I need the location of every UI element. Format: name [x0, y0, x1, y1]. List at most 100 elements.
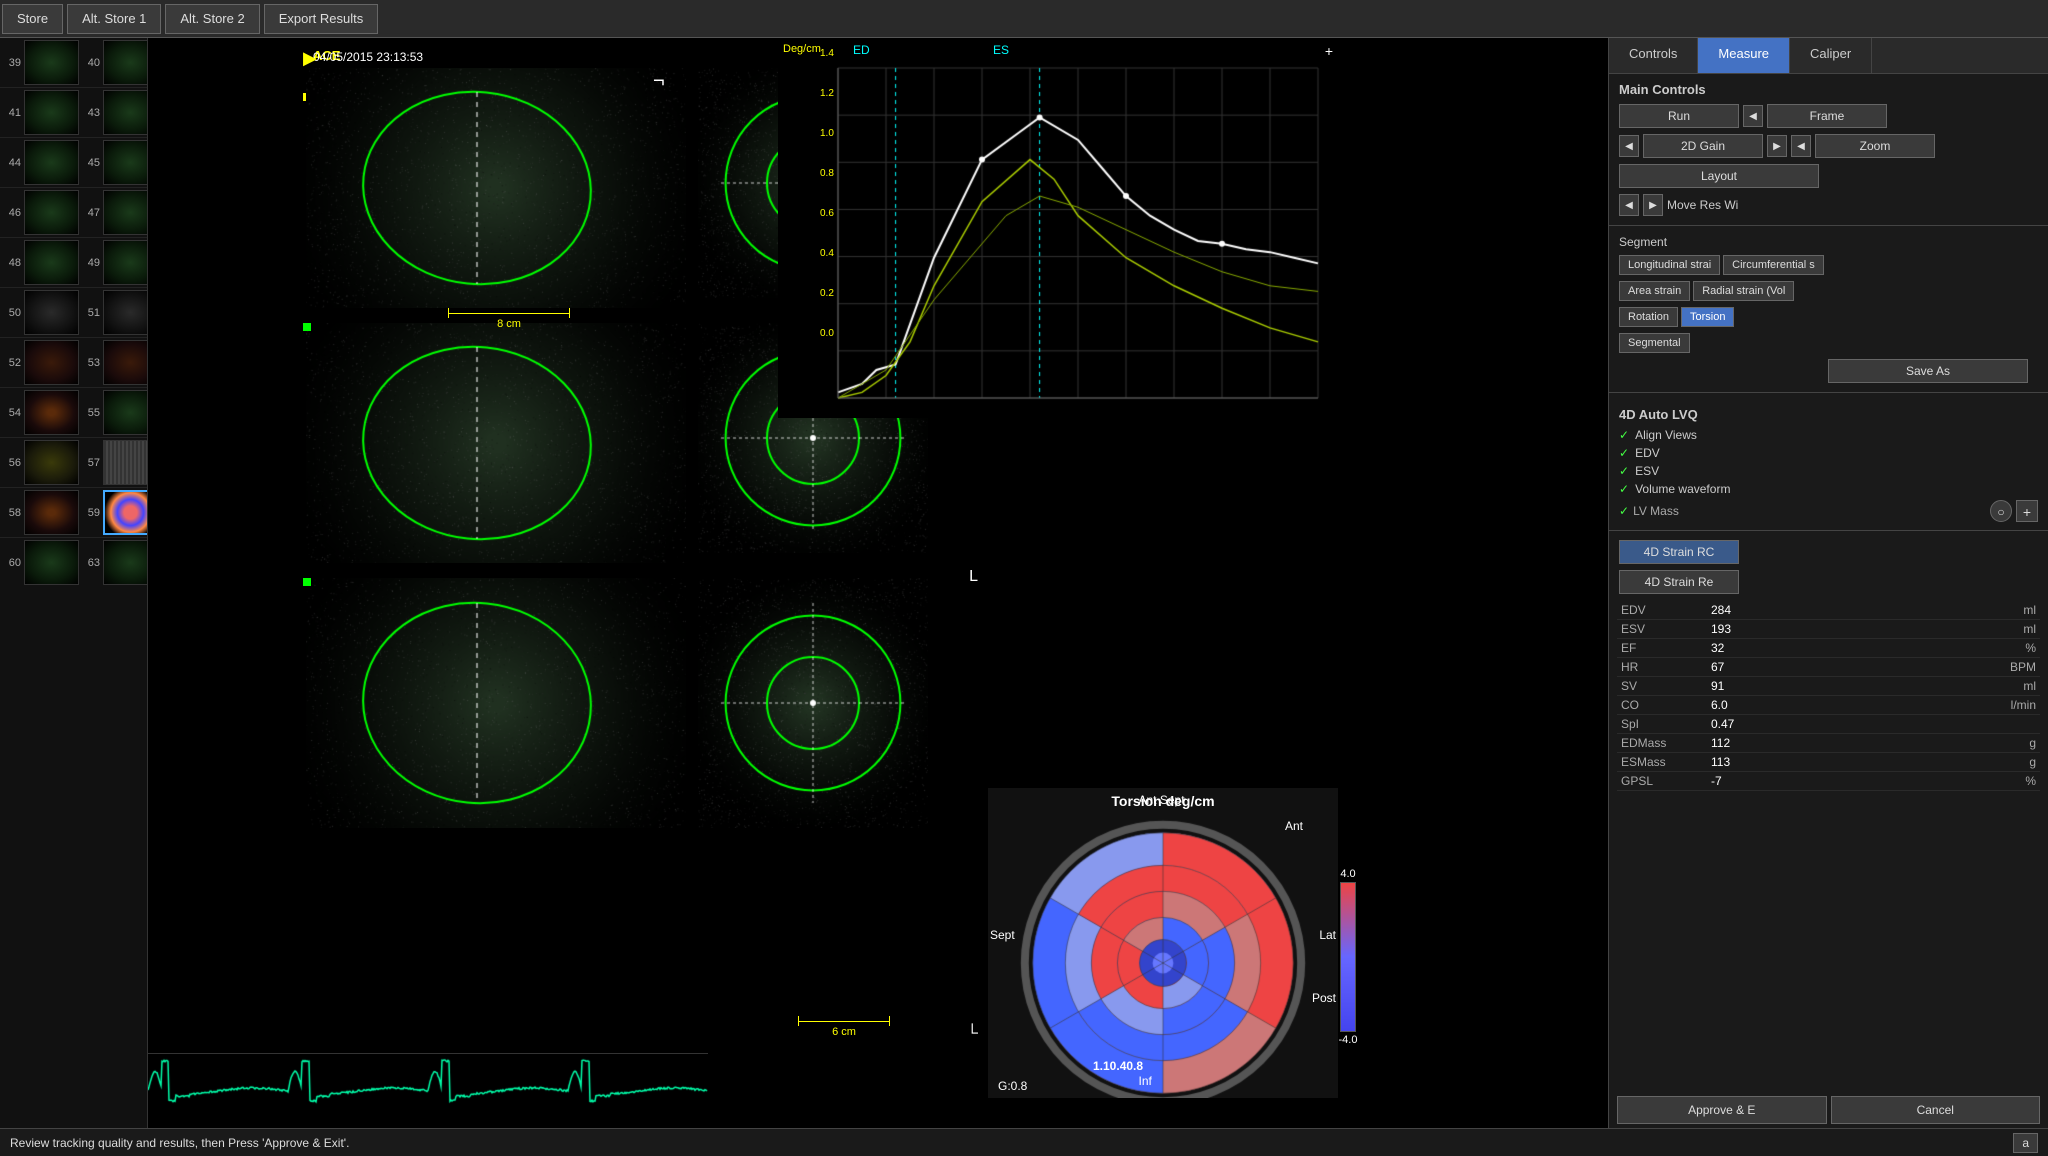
action-buttons: Approve & E Cancel — [1609, 1092, 2048, 1128]
longitudinal-strain-button[interactable]: Longitudinal strai — [1619, 255, 1720, 275]
alt-store-2-button[interactable]: Alt. Store 2 — [165, 4, 259, 34]
table-row-esv: ESV 193 ml — [1617, 620, 2040, 639]
thumbnail-40[interactable] — [103, 40, 148, 85]
thumbnail-39[interactable] — [24, 40, 79, 85]
approve-exit-button[interactable]: Approve & E — [1617, 1096, 1827, 1124]
top-bar: Store Alt. Store 1 Alt. Store 2 Export R… — [0, 0, 2048, 38]
table-row-edmass: EDMass 112 g — [1617, 734, 2040, 753]
gain-inc-button[interactable]: ▶ — [1767, 135, 1787, 157]
thumbnail-41[interactable] — [24, 90, 79, 135]
polar-label-ant: Ant — [1285, 819, 1303, 833]
divider-3 — [1609, 530, 2048, 531]
align-views-row: ✓ Align Views — [1609, 426, 2048, 444]
thumbnail-56[interactable] — [24, 440, 79, 485]
graph-add-button[interactable]: + — [1325, 43, 1333, 59]
view-bot-right[interactable] — [698, 578, 928, 828]
thumbnail-51[interactable] — [103, 290, 148, 335]
area-strain-button[interactable]: Area strain — [1619, 281, 1690, 301]
thumbnail-52[interactable] — [24, 340, 79, 385]
thumbnail-58[interactable] — [24, 490, 79, 535]
right-panel: Controls Measure Caliper Main Controls R… — [1608, 38, 2048, 1128]
bracket-br: └ — [967, 1025, 978, 1043]
run-prev-button[interactable]: ◀ — [1743, 105, 1763, 127]
list-item: 48 49 — [0, 238, 147, 288]
strain-rc-button[interactable]: 4D Strain RC — [1619, 540, 1739, 564]
polar-canvas — [988, 788, 1338, 1098]
view-top-left[interactable] — [306, 68, 686, 308]
polar-plot-area: Torsion deg/cm Ant Sept Sept Inf Post La… — [988, 788, 1338, 1098]
thumbnail-47[interactable] — [103, 190, 148, 235]
thumbnail-50[interactable] — [24, 290, 79, 335]
strain-buttons: Longitudinal strai Circumferential s — [1609, 252, 2048, 278]
y-val-06: 0.6 — [820, 208, 834, 219]
status-bar: Review tracking quality and results, the… — [0, 1128, 2048, 1156]
y-val-00: 0.0 — [820, 328, 834, 339]
run-button[interactable]: Run — [1619, 104, 1739, 128]
cancel-button[interactable]: Cancel — [1831, 1096, 2041, 1124]
esv-checkbox[interactable]: ✓ — [1619, 464, 1629, 478]
lv-mass-add-button[interactable]: + — [2016, 500, 2038, 522]
save-as-button[interactable]: Save As — [1828, 359, 2028, 383]
view-mid-left[interactable] — [306, 323, 686, 563]
frame-button[interactable]: Frame — [1767, 104, 1887, 128]
polar-g-value: G:0.8 — [998, 1079, 1027, 1093]
ruler-8cm: 8 cm — [448, 308, 570, 330]
thumbnail-54[interactable] — [24, 390, 79, 435]
save-as-row: Save As — [1609, 356, 2048, 386]
thumbnail-53[interactable] — [103, 340, 148, 385]
measurements-table: EDV 284 ml ESV 193 ml EF 32 % HR 67 BPM … — [1609, 597, 2048, 1092]
tab-measure[interactable]: Measure — [1698, 38, 1790, 73]
circumferential-strain-button[interactable]: Circumferential s — [1723, 255, 1824, 275]
layout-button[interactable]: Layout — [1619, 164, 1819, 188]
volume-waveform-checkbox[interactable]: ✓ — [1619, 482, 1629, 496]
strain-re-button[interactable]: 4D Strain Re — [1619, 570, 1739, 594]
move-res-prev[interactable]: ◀ — [1619, 194, 1639, 216]
rotation-button[interactable]: Rotation — [1619, 307, 1678, 327]
polar-label-lat: Lat — [1319, 928, 1336, 942]
lv-mass-checkbox[interactable]: ✓ — [1619, 504, 1629, 518]
edv-checkbox[interactable]: ✓ — [1619, 446, 1629, 460]
tab-bar: Controls Measure Caliper — [1609, 38, 2048, 74]
tab-controls[interactable]: Controls — [1609, 38, 1698, 73]
list-item: 52 53 — [0, 338, 147, 388]
thumbnail-45[interactable] — [103, 140, 148, 185]
thumbnail-49[interactable] — [103, 240, 148, 285]
gain-dec-button[interactable]: ◀ — [1619, 135, 1639, 157]
store-button[interactable]: Store — [2, 4, 63, 34]
y-val-12: 1.2 — [820, 88, 834, 99]
export-results-button[interactable]: Export Results — [264, 4, 379, 34]
view-bot-left[interactable] — [306, 578, 686, 828]
thumbnail-55[interactable] — [103, 390, 148, 435]
green-marker — [303, 323, 311, 331]
thumbnail-59[interactable] — [103, 490, 148, 535]
thumbnail-46[interactable] — [24, 190, 79, 235]
thumbnail-48[interactable] — [24, 240, 79, 285]
move-res-next[interactable]: ▶ — [1643, 194, 1663, 216]
tab-caliper[interactable]: Caliper — [1790, 38, 1872, 73]
alt-store-1-button[interactable]: Alt. Store 1 — [67, 4, 161, 34]
segmental-button[interactable]: Segmental — [1619, 333, 1690, 353]
auto-lvq-title: 4D Auto LVQ — [1609, 399, 2048, 426]
align-views-checkbox[interactable]: ✓ — [1619, 428, 1629, 442]
polar-strain-value: 1.10.40.8 — [1093, 1059, 1143, 1073]
y-val-04: 0.4 — [820, 248, 834, 259]
zoom-dec-button[interactable]: ◀ — [1791, 135, 1811, 157]
lv-mass-info-button[interactable]: ○ — [1990, 500, 2012, 522]
thumbnail-43[interactable] — [103, 90, 148, 135]
graph-ed-label: ED — [853, 43, 870, 57]
radial-strain-button[interactable]: Radial strain (Vol — [1693, 281, 1794, 301]
list-item: 41 43 — [0, 88, 147, 138]
table-row-ef: EF 32 % — [1617, 639, 2040, 658]
run-frame-row: Run ◀ Frame — [1609, 101, 2048, 131]
strain-buttons-3: Rotation Torsion — [1609, 304, 2048, 330]
y-val-10: 1.0 — [820, 128, 834, 139]
thumbnail-57[interactable] — [103, 440, 148, 485]
graph-y-label: Deg/cm — [783, 43, 821, 55]
thumbnail-60[interactable] — [24, 540, 79, 585]
table-row-co: CO 6.0 l/min — [1617, 696, 2040, 715]
torsion-button[interactable]: Torsion — [1681, 307, 1734, 327]
gain-button[interactable]: 2D Gain — [1643, 134, 1763, 158]
zoom-button[interactable]: Zoom — [1815, 134, 1935, 158]
thumbnail-44[interactable] — [24, 140, 79, 185]
thumbnail-63[interactable] — [103, 540, 148, 585]
